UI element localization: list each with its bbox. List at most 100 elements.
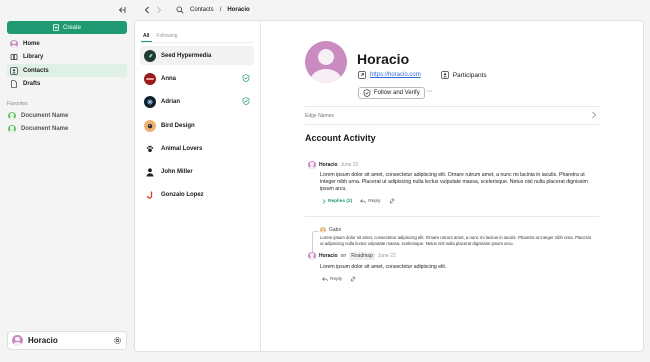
document-avatar-icon [8, 112, 16, 120]
profile-name: Horacio [357, 51, 410, 67]
contact-name: John Miller [161, 168, 193, 175]
contact-logo-icon [144, 72, 156, 85]
contact-item[interactable]: Animal Lovers [140, 139, 254, 158]
breadcrumb-separator: / [219, 7, 222, 13]
reply-arrow-icon [360, 198, 366, 204]
user-name: Horacio [28, 336, 58, 345]
breadcrumb-current: Horacio [227, 7, 250, 13]
create-button[interactable]: Create [7, 21, 127, 34]
shield-check-icon [363, 89, 371, 97]
contact-name: Bird Design [161, 122, 195, 129]
divider [305, 216, 599, 217]
create-label: Create [62, 24, 81, 31]
nav-library[interactable]: Library [7, 50, 127, 63]
reply-button[interactable]: Reply [322, 277, 342, 282]
replies-button[interactable]: Replies (2) [322, 199, 352, 204]
profile-meta: https://horacio.com Participants [358, 71, 487, 79]
chevron-right-icon[interactable] [591, 111, 597, 119]
settings-gear-icon[interactable] [113, 336, 122, 345]
external-link-icon [358, 71, 366, 79]
bird-logo-icon [144, 119, 156, 132]
favorite-document[interactable]: Document Name [7, 123, 68, 135]
comment-actions: Reply [322, 276, 356, 282]
verified-shield-icon [242, 97, 250, 105]
tab-following[interactable]: Following [156, 33, 177, 39]
quoted-avatar [320, 227, 326, 233]
tab-all[interactable]: All [143, 33, 149, 39]
favorite-document[interactable]: Document Name [7, 110, 68, 122]
contacts-tabs: All Following [143, 33, 178, 39]
favorite-label: Document Name [21, 113, 69, 119]
edge-names-label[interactable]: Edge Names [305, 113, 334, 119]
comment-avatar [308, 252, 316, 260]
user-avatar [12, 335, 23, 346]
profile-avatar [305, 41, 347, 83]
contact-item[interactable]: John Miller [140, 162, 254, 181]
nav-contacts[interactable]: Contacts [7, 64, 127, 77]
reply-button[interactable]: Reply [360, 198, 381, 204]
comment-body: Lorem ipsum dolor sit amet, consectetur … [320, 264, 447, 270]
divider [305, 106, 599, 107]
contact-name: Adrian [161, 98, 181, 105]
back-arrow-icon[interactable] [144, 6, 150, 14]
tabs-divider [141, 42, 253, 43]
participants-icon [440, 71, 449, 79]
contact-name: Animal Lovers [161, 145, 203, 152]
comment-on: on [340, 253, 347, 259]
favorites-heading: Favorites [7, 101, 28, 107]
collapse-sidebar-icon[interactable] [118, 6, 126, 14]
contact-name: Seed Hypermedia [161, 52, 212, 59]
contact-item[interactable]: Gonzalo Lopez [140, 185, 254, 204]
letter-j-logo-icon [144, 188, 156, 201]
comment-date: June 22 [377, 253, 396, 259]
reply-label: Reply [330, 276, 343, 282]
forward-arrow-icon[interactable] [156, 6, 162, 14]
follow-verify-label: Follow and Verify [374, 90, 420, 96]
contact-item[interactable]: Adrian [140, 92, 254, 111]
nav-drafts-label: Drafts [23, 80, 41, 87]
reply-arrow-icon [322, 276, 328, 282]
link-icon[interactable] [389, 198, 395, 204]
more-options-icon[interactable]: ··· [426, 88, 433, 95]
user-account-card[interactable]: Horacio [7, 331, 127, 350]
site-link[interactable]: https://horacio.com [370, 72, 421, 78]
contact-name: Anna [161, 75, 176, 82]
nav-home[interactable]: Home [7, 37, 127, 50]
comment-author[interactable]: Horacio [319, 162, 338, 168]
nav-home-label: Home [23, 40, 40, 47]
avatar-icon [10, 39, 18, 48]
follow-verify-button[interactable]: Follow and Verify [358, 87, 425, 99]
search-icon[interactable] [176, 6, 184, 14]
target-chip[interactable]: Roadmap [349, 252, 375, 260]
file-icon [10, 79, 18, 88]
paw-icon [144, 142, 156, 155]
link-icon[interactable] [350, 276, 356, 282]
comment-header: Horacio on Roadmap June 22 [308, 252, 396, 260]
comment-avatar [308, 161, 316, 169]
new-document-icon [53, 24, 59, 31]
book-icon [10, 53, 18, 61]
nav-drafts[interactable]: Drafts [7, 77, 127, 90]
comment-date: June 22 [340, 162, 359, 168]
comment-actions: Replies (2) Reply [322, 198, 395, 204]
contacts-icon [10, 66, 18, 75]
contact-item[interactable]: Anna [140, 69, 254, 88]
seed-logo-icon [144, 49, 156, 62]
chevron-right-icon [322, 198, 326, 204]
reply-label: Reply [368, 198, 381, 204]
nav-library-label: Library [23, 53, 44, 60]
quoted-author[interactable]: Gabo [329, 227, 341, 233]
divider [305, 124, 599, 125]
person-silhouette-icon [144, 165, 156, 178]
comment-body: Lorem ipsum dolor sit amet, consectetur … [320, 172, 588, 192]
replies-label: Replies (2) [328, 198, 353, 204]
verified-shield-icon [242, 74, 250, 82]
comment-header: Horacio June 22 [308, 161, 358, 169]
list-divider [260, 20, 261, 352]
contact-item[interactable]: Bird Design [140, 116, 254, 135]
participants-label[interactable]: Participants [453, 72, 487, 79]
contact-logo-icon [144, 95, 156, 108]
contact-item[interactable]: Seed Hypermedia [140, 46, 254, 65]
breadcrumb-root[interactable]: Contacts [190, 7, 214, 13]
comment-author[interactable]: Horacio [319, 253, 338, 259]
